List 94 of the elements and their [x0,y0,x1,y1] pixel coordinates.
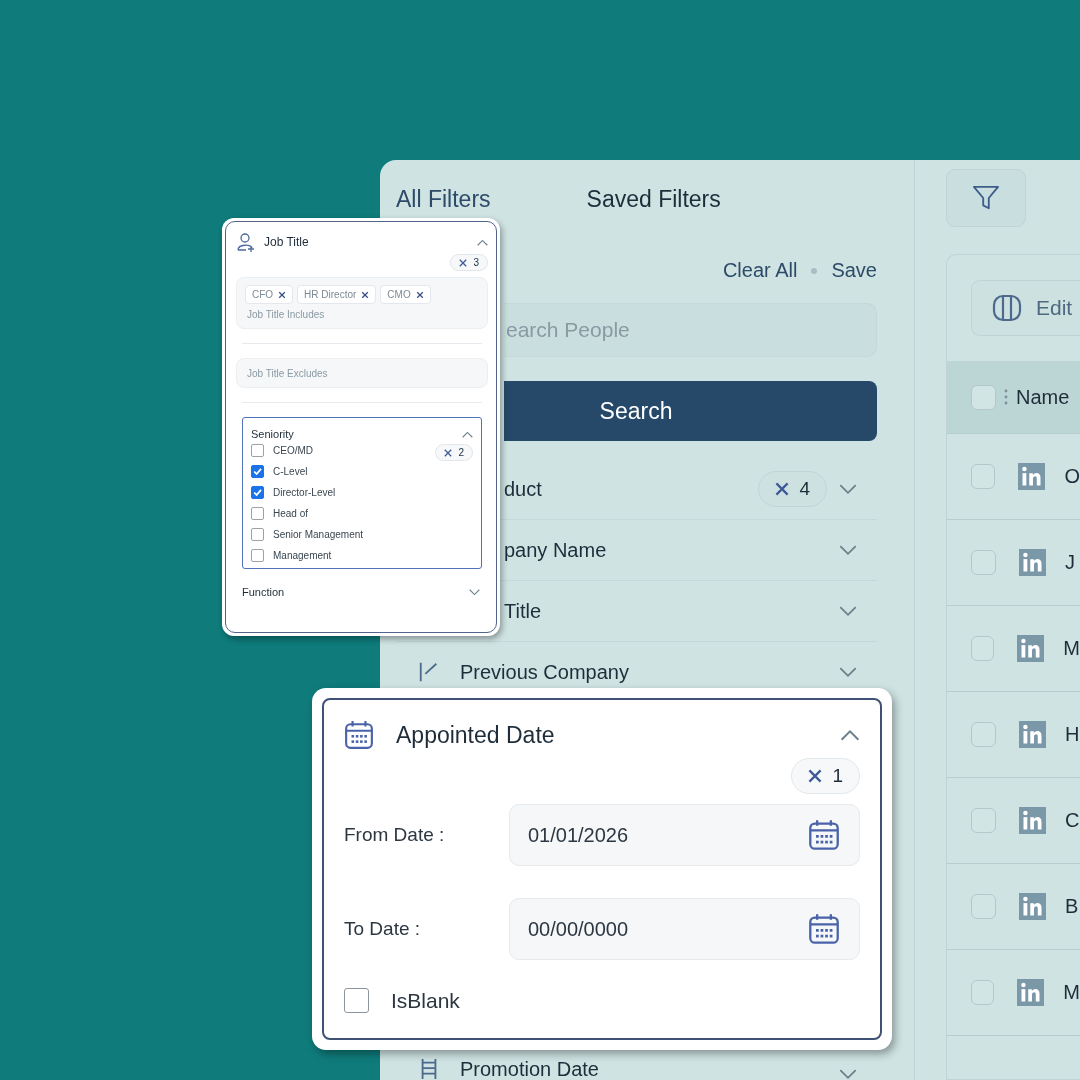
checkbox[interactable] [251,549,264,562]
chevron-down-icon[interactable] [839,666,857,678]
card-title: Appointed Date [396,721,555,749]
linkedin-icon[interactable] [1019,721,1046,748]
count-text: 2 [458,447,464,458]
checkbox[interactable] [251,486,264,499]
count-badge[interactable]: 1 [791,758,860,794]
close-icon[interactable] [775,482,790,496]
card-title: Job Title [264,235,309,249]
drag-handle-icon[interactable] [1004,389,1008,405]
checkbox[interactable] [971,722,996,747]
search-field[interactable]: earch People [504,303,877,357]
filter-label[interactable]: Title [504,599,542,623]
close-icon[interactable] [278,290,287,299]
person-add-icon [236,232,256,252]
filter-label[interactable]: Promotion Date [460,1058,599,1080]
option-label[interactable]: Senior Management [273,529,364,540]
checkbox[interactable] [251,465,264,478]
count-badge[interactable]: 4 [758,471,827,507]
checkbox[interactable] [971,894,996,919]
filter-label[interactable]: pany Name [504,538,607,562]
linkedin-icon[interactable] [1017,979,1045,1006]
checkbox[interactable] [251,528,264,541]
calendar-icon [344,720,374,750]
filter-button[interactable] [946,169,1026,227]
person-name[interactable]: H [1065,723,1080,746]
field-label: To Date : [344,918,422,940]
checkbox[interactable] [971,550,996,575]
chevron-down-icon[interactable] [839,605,857,617]
option-label[interactable]: Management [273,550,332,561]
person-name[interactable]: C [1065,809,1080,832]
count-text: 4 [799,478,810,500]
chevron-up-icon[interactable] [462,430,473,438]
person-name[interactable]: B [1065,895,1079,918]
calendar-icon[interactable] [808,818,840,852]
linkedin-icon[interactable] [1018,463,1046,490]
search-button[interactable]: Search [504,381,877,441]
checkbox[interactable] [971,636,995,661]
person-name[interactable]: M [1063,637,1080,660]
date-field[interactable]: 01/01/2026 [509,804,860,866]
option-label[interactable]: Director-Level [273,487,336,498]
tab[interactable]: All Filters [396,186,491,213]
linkedin-icon[interactable] [1019,549,1046,576]
filter-icon [972,185,1000,211]
checkbox[interactable] [344,988,369,1013]
checkbox[interactable] [971,980,995,1005]
count-badge[interactable]: 3 [450,254,488,271]
person-name[interactable]: O [1064,465,1080,488]
calendar-icon[interactable] [808,912,840,946]
section-title[interactable]: Function [242,586,285,598]
linkedin-icon[interactable] [1017,635,1045,662]
close-icon[interactable] [459,258,468,267]
option-label[interactable]: Head of [273,508,309,519]
excludes-field[interactable]: Job Title Excludes [236,358,488,388]
checkbox[interactable] [971,808,996,833]
count-text: 1 [832,765,843,787]
checkbox-label[interactable]: IsBlank [391,988,460,1013]
chevron-down-icon[interactable] [839,483,857,495]
person-name[interactable]: J [1065,551,1075,574]
option-label[interactable]: CEO/MD [273,445,313,456]
checkbox[interactable] [251,444,264,457]
filter-label[interactable]: duct [504,477,542,501]
checkbox[interactable] [251,507,264,520]
chevron-up-icon[interactable] [840,729,860,741]
person-name[interactable]: M [1063,981,1080,1004]
tab[interactable]: Saved Filters [586,186,721,213]
linkedin-icon[interactable] [1019,807,1046,834]
option-label[interactable]: C-Level [273,466,308,477]
tag-chip[interactable]: CMO [380,285,431,304]
edit-columns-button[interactable]: Edit [971,280,1080,336]
date-field[interactable]: 00/00/0000 [509,898,860,960]
chevron-down-icon[interactable] [839,1069,857,1080]
columns-icon [992,294,1022,322]
close-icon[interactable] [361,290,370,299]
field-label: From Date : [344,824,446,846]
checkbox[interactable] [971,384,996,410]
close-icon[interactable] [415,290,424,299]
linkedin-icon[interactable] [1019,893,1046,920]
chevron-down-icon[interactable] [469,588,480,596]
action-link[interactable]: Save [831,259,877,282]
checkbox[interactable] [971,464,996,489]
tag-chip[interactable]: CFO [245,285,294,304]
action-link[interactable]: Clear All [722,259,798,282]
filter-label[interactable]: Previous Company [460,660,629,684]
count-badge[interactable]: 2 [435,444,473,461]
includes-field[interactable]: CFO HR Director CMO Job Title Includes [236,277,488,329]
count-text: 3 [473,257,479,268]
section-title: Seniority [251,428,294,440]
chevron-up-icon[interactable] [477,238,488,246]
close-icon[interactable] [444,448,453,457]
tag-chip[interactable]: HR Director [297,285,377,304]
close-icon[interactable] [808,769,823,783]
column-header[interactable]: Name [1016,385,1070,409]
chevron-down-icon[interactable] [839,544,857,556]
